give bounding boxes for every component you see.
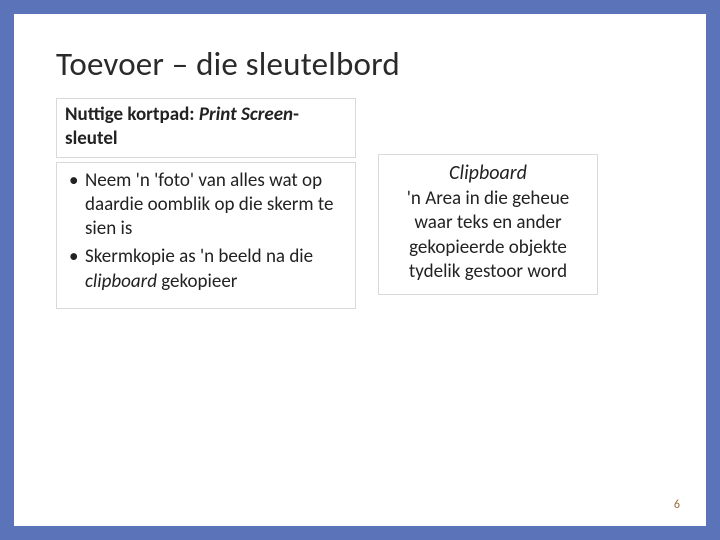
callout-title: Clipboard xyxy=(391,161,585,185)
slide: Toevoer – die sleutelbord Nuttige kortpa… xyxy=(0,0,720,540)
subhead-bold-prefix: Nuttige kortpad: xyxy=(65,103,199,126)
page-number: 6 xyxy=(674,498,680,512)
bullet-text-before: Skermkopie as 'n beeld na die xyxy=(85,245,313,268)
slide-title: Toevoer – die sleutelbord xyxy=(56,44,664,84)
bullet-list: Neem 'n 'foto' van alles wat op daardie … xyxy=(56,162,356,310)
list-item: Skermkopie as 'n beeld na die clipboard … xyxy=(67,245,345,294)
subhead-italic: Print Screen xyxy=(199,103,293,126)
list-item: Neem 'n 'foto' van alles wat op daardie … xyxy=(67,169,345,242)
shortcut-subhead: Nuttige kortpad: Print Screen- sleutel xyxy=(56,98,356,158)
clipboard-callout: Clipboard 'n Area in die geheue waar tek… xyxy=(378,154,598,295)
callout-body: 'n Area in die geheue waar teks en ander… xyxy=(391,187,585,284)
subhead-line2: sleutel xyxy=(65,127,118,150)
content-row: Nuttige kortpad: Print Screen- sleutel Ne… xyxy=(56,98,664,309)
subhead-dash: - xyxy=(293,103,299,126)
right-column: Clipboard 'n Area in die geheue waar tek… xyxy=(378,154,598,295)
bullet-italic: clipboard xyxy=(85,270,157,293)
left-column: Nuttige kortpad: Print Screen- sleutel Ne… xyxy=(56,98,356,309)
bullet-text: Neem 'n 'foto' van alles wat op daardie … xyxy=(85,169,334,241)
bullet-text-after: gekopieer xyxy=(157,270,237,293)
